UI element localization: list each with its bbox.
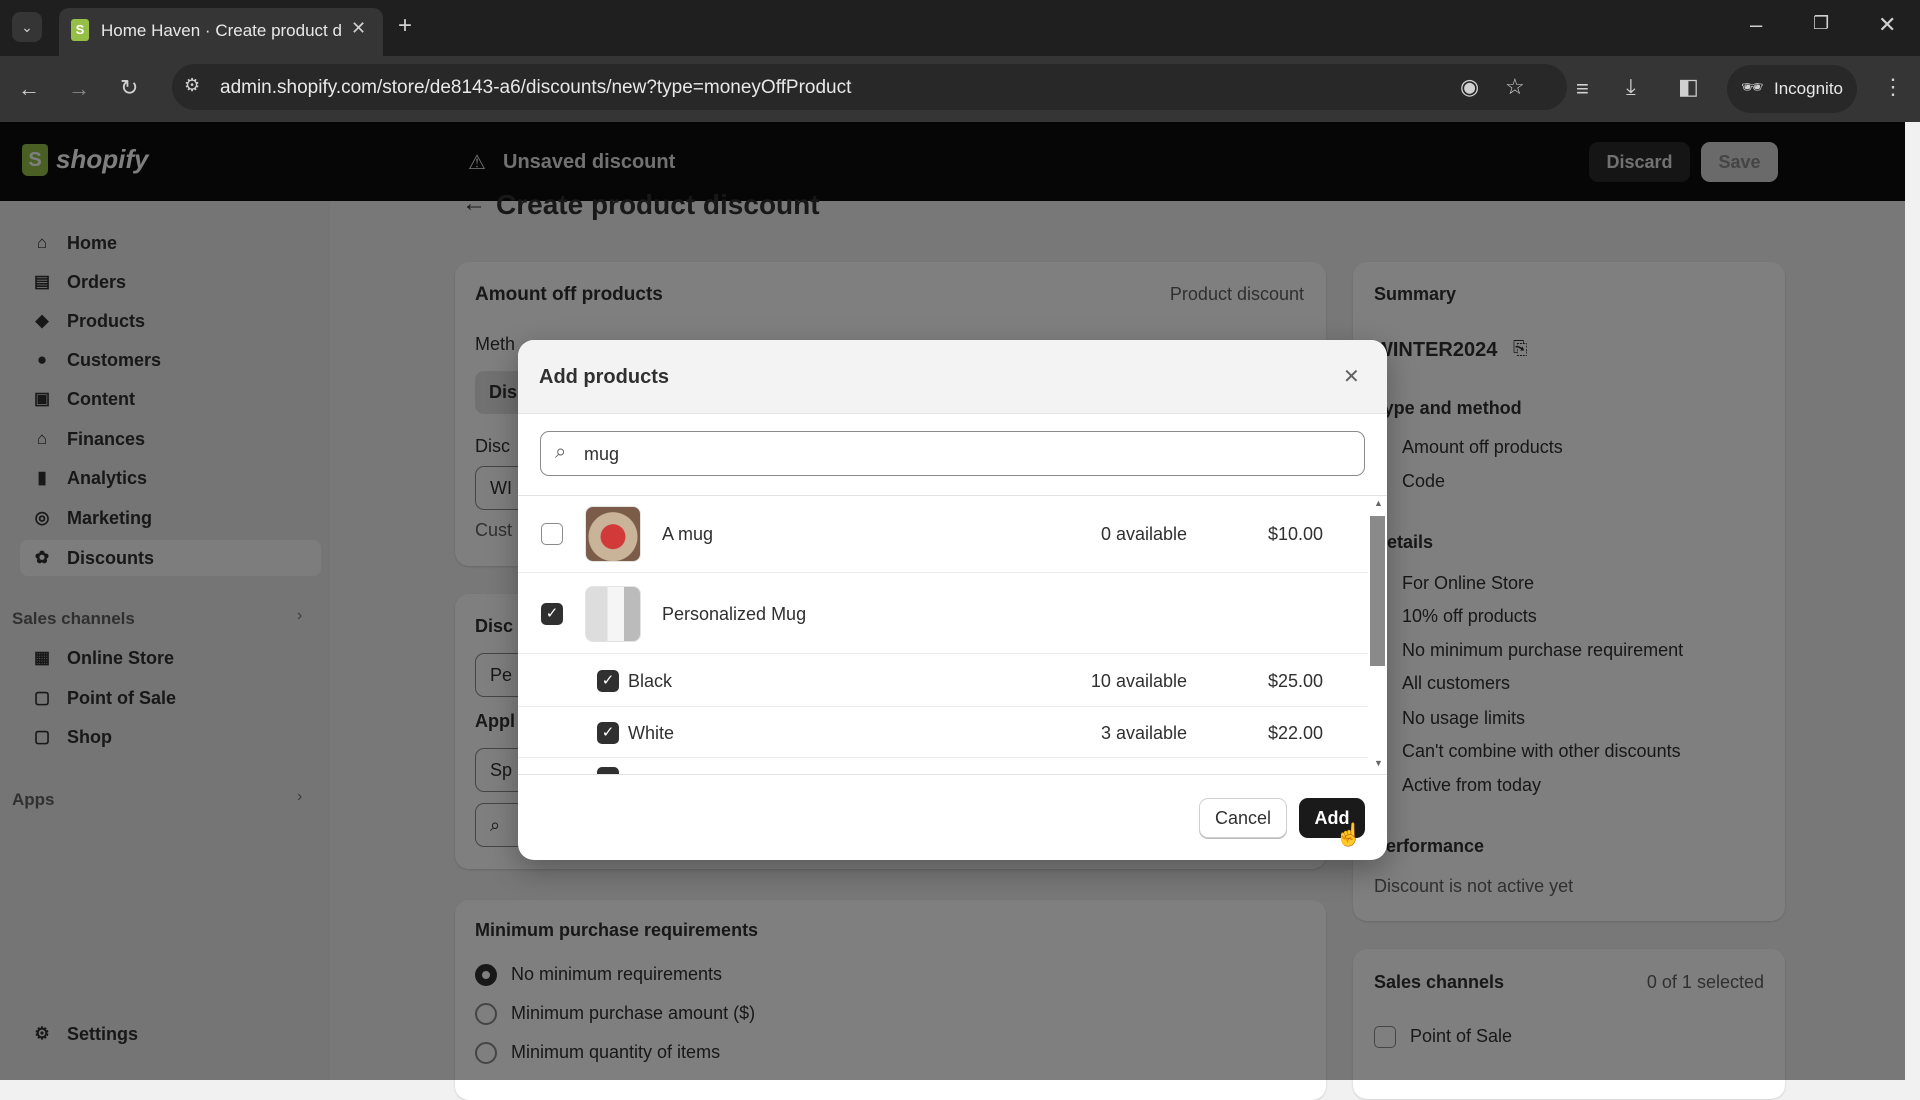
incognito-icon: 🕶 [1741,77,1764,97]
product-name: A mug [662,524,714,544]
incognito-badge[interactable]: 🕶 Incognito [1727,65,1857,113]
add-products-modal: Add products ✕ ⌕ mug A mug 0 available $… [518,340,1387,860]
search-value: mug [584,444,620,464]
variant-checkbox[interactable] [597,767,619,774]
variant-name: Black [628,671,673,691]
product-row[interactable]: ✓ Personalized Mug [518,576,1368,654]
product-row[interactable]: A mug 0 available $10.00 [518,496,1368,573]
list-scrollbar[interactable]: ▲ ▼ [1369,496,1387,774]
product-checkbox[interactable]: ✓ [541,603,563,625]
restore-icon[interactable]: ❐ [1813,14,1829,32]
download-icon[interactable]: ⤓ [1626,76,1636,98]
new-tab-icon[interactable]: + [398,14,412,38]
cancel-button[interactable]: Cancel [1199,798,1287,838]
variant-checkbox[interactable]: ✓ [597,670,619,692]
variant-checkbox[interactable]: ✓ [597,722,619,744]
media-controls-icon[interactable]: ≡ [1576,78,1589,100]
back-icon[interactable]: ← [18,78,40,100]
variant-name: White [628,723,675,743]
url-text[interactable]: admin.shopify.com/store/de8143-a6/discou… [220,77,851,99]
hand-cursor-icon: ☝ [1335,822,1363,847]
availability: 3 available [1100,723,1187,743]
page-scrollbar[interactable] [1905,122,1920,1080]
tracking-eye-off-icon[interactable]: ◉ [1460,76,1479,98]
search-icon: ⌕ [555,441,567,463]
browser-tab-bar: ⌄ S Home Haven · Create product d ✕ + – … [0,0,1920,56]
price: $22.00 [1267,723,1323,743]
tab-title: Home Haven · Create product d [101,21,341,40]
side-panel-icon[interactable]: ◧ [1678,76,1699,98]
product-name: Personalized Mug [662,604,807,624]
browser-toolbar: ← → ↻ ⚙ admin.shopify.com/store/de8143-a… [0,56,1920,122]
price: $25.00 [1267,671,1323,691]
tab-search-chevron-icon[interactable]: ⌄ [12,12,42,42]
price: $10.00 [1267,524,1323,544]
forward-icon[interactable]: → [68,78,90,100]
product-list: A mug 0 available $10.00 ✓ Personalized … [518,496,1387,774]
incognito-label: Incognito [1774,79,1843,98]
availability: 0 available [1100,524,1187,544]
close-window-icon[interactable]: ✕ [1878,14,1896,36]
availability: 10 available [1090,671,1187,691]
product-checkbox[interactable] [541,523,563,545]
reload-icon[interactable]: ↻ [120,77,138,99]
modal-header: Add products ✕ [518,340,1387,414]
variant-row[interactable]: ✓ Black 10 available $25.00 [518,657,1368,707]
minimize-icon[interactable]: – [1750,14,1762,36]
address-bar[interactable]: ⚙ admin.shopify.com/store/de8143-a6/disc… [172,64,1567,110]
browser-menu-icon[interactable]: ⋮ [1882,76,1904,98]
browser-tab[interactable]: S Home Haven · Create product d ✕ [59,8,383,56]
product-thumbnail [585,586,641,642]
close-icon[interactable]: ✕ [1343,364,1360,389]
variant-row[interactable]: ✓ White 3 available $22.00 [518,708,1368,758]
modal-title: Add products [539,366,669,388]
close-tab-icon[interactable]: ✕ [351,19,366,37]
product-thumbnail [585,506,641,562]
bookmark-star-icon[interactable]: ☆ [1505,76,1525,98]
site-settings-icon[interactable]: ⚙ [184,76,200,94]
shopify-favicon-icon: S [71,19,89,41]
search-input[interactable]: ⌕ mug [540,431,1365,476]
scrollbar-thumb[interactable] [1370,516,1385,666]
